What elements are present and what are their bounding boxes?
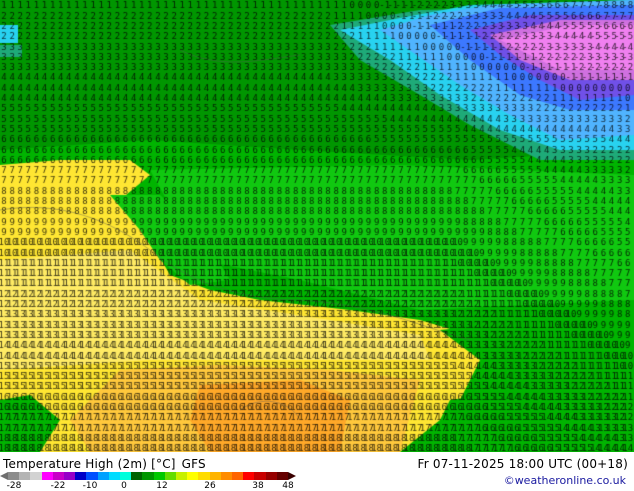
legend-color-cell <box>120 472 132 480</box>
legend-color-cell <box>30 472 42 480</box>
legend-color-cell <box>164 472 177 480</box>
legend-color-cell <box>220 472 233 480</box>
map-footer: Temperature High (2m) [°C] GFS Fr 07-11-2… <box>0 452 634 491</box>
map-title-variable: Temperature High (2m) [°C] <box>3 457 176 471</box>
legend-color-cell <box>276 472 289 480</box>
legend-color-cell <box>209 472 221 480</box>
legend-color-cell <box>176 472 188 480</box>
legend-color-cell <box>142 472 154 480</box>
legend-color-cell <box>75 472 87 480</box>
legend-color-cell <box>19 472 31 480</box>
legend-right-arrow <box>288 472 296 480</box>
legend-color-cell <box>41 472 53 480</box>
legend-color-cell <box>187 472 199 480</box>
color-legend: -28 -22 -10 0 12 26 38 48 <box>0 472 300 491</box>
legend-left-arrow <box>0 472 8 480</box>
legend-color-cell <box>198 472 210 480</box>
legend-color-cell <box>153 472 165 480</box>
temperature-map[interactable] <box>0 0 634 452</box>
legend-color-cell <box>86 472 98 480</box>
legend-color-cell <box>8 472 20 480</box>
legend-color-cell <box>232 472 244 480</box>
legend-color-cell <box>97 472 109 480</box>
map-title-model: GFS <box>181 457 206 471</box>
legend-color-cell <box>243 472 255 480</box>
legend-color-cell <box>108 472 121 480</box>
legend-color-cell <box>52 472 65 480</box>
credit-link[interactable]: ©weatheronline.co.uk <box>504 474 626 487</box>
valid-time: Fr 07-11-2025 18:00 UTC (00+18) <box>417 457 628 471</box>
legend-color-cell <box>131 472 143 480</box>
legend-color-cell <box>64 472 76 480</box>
legend-color-strip <box>8 472 289 480</box>
legend-color-cell <box>265 472 277 480</box>
legend-color-cell <box>254 472 266 480</box>
map-title: Temperature High (2m) [°C] GFS <box>3 457 212 471</box>
